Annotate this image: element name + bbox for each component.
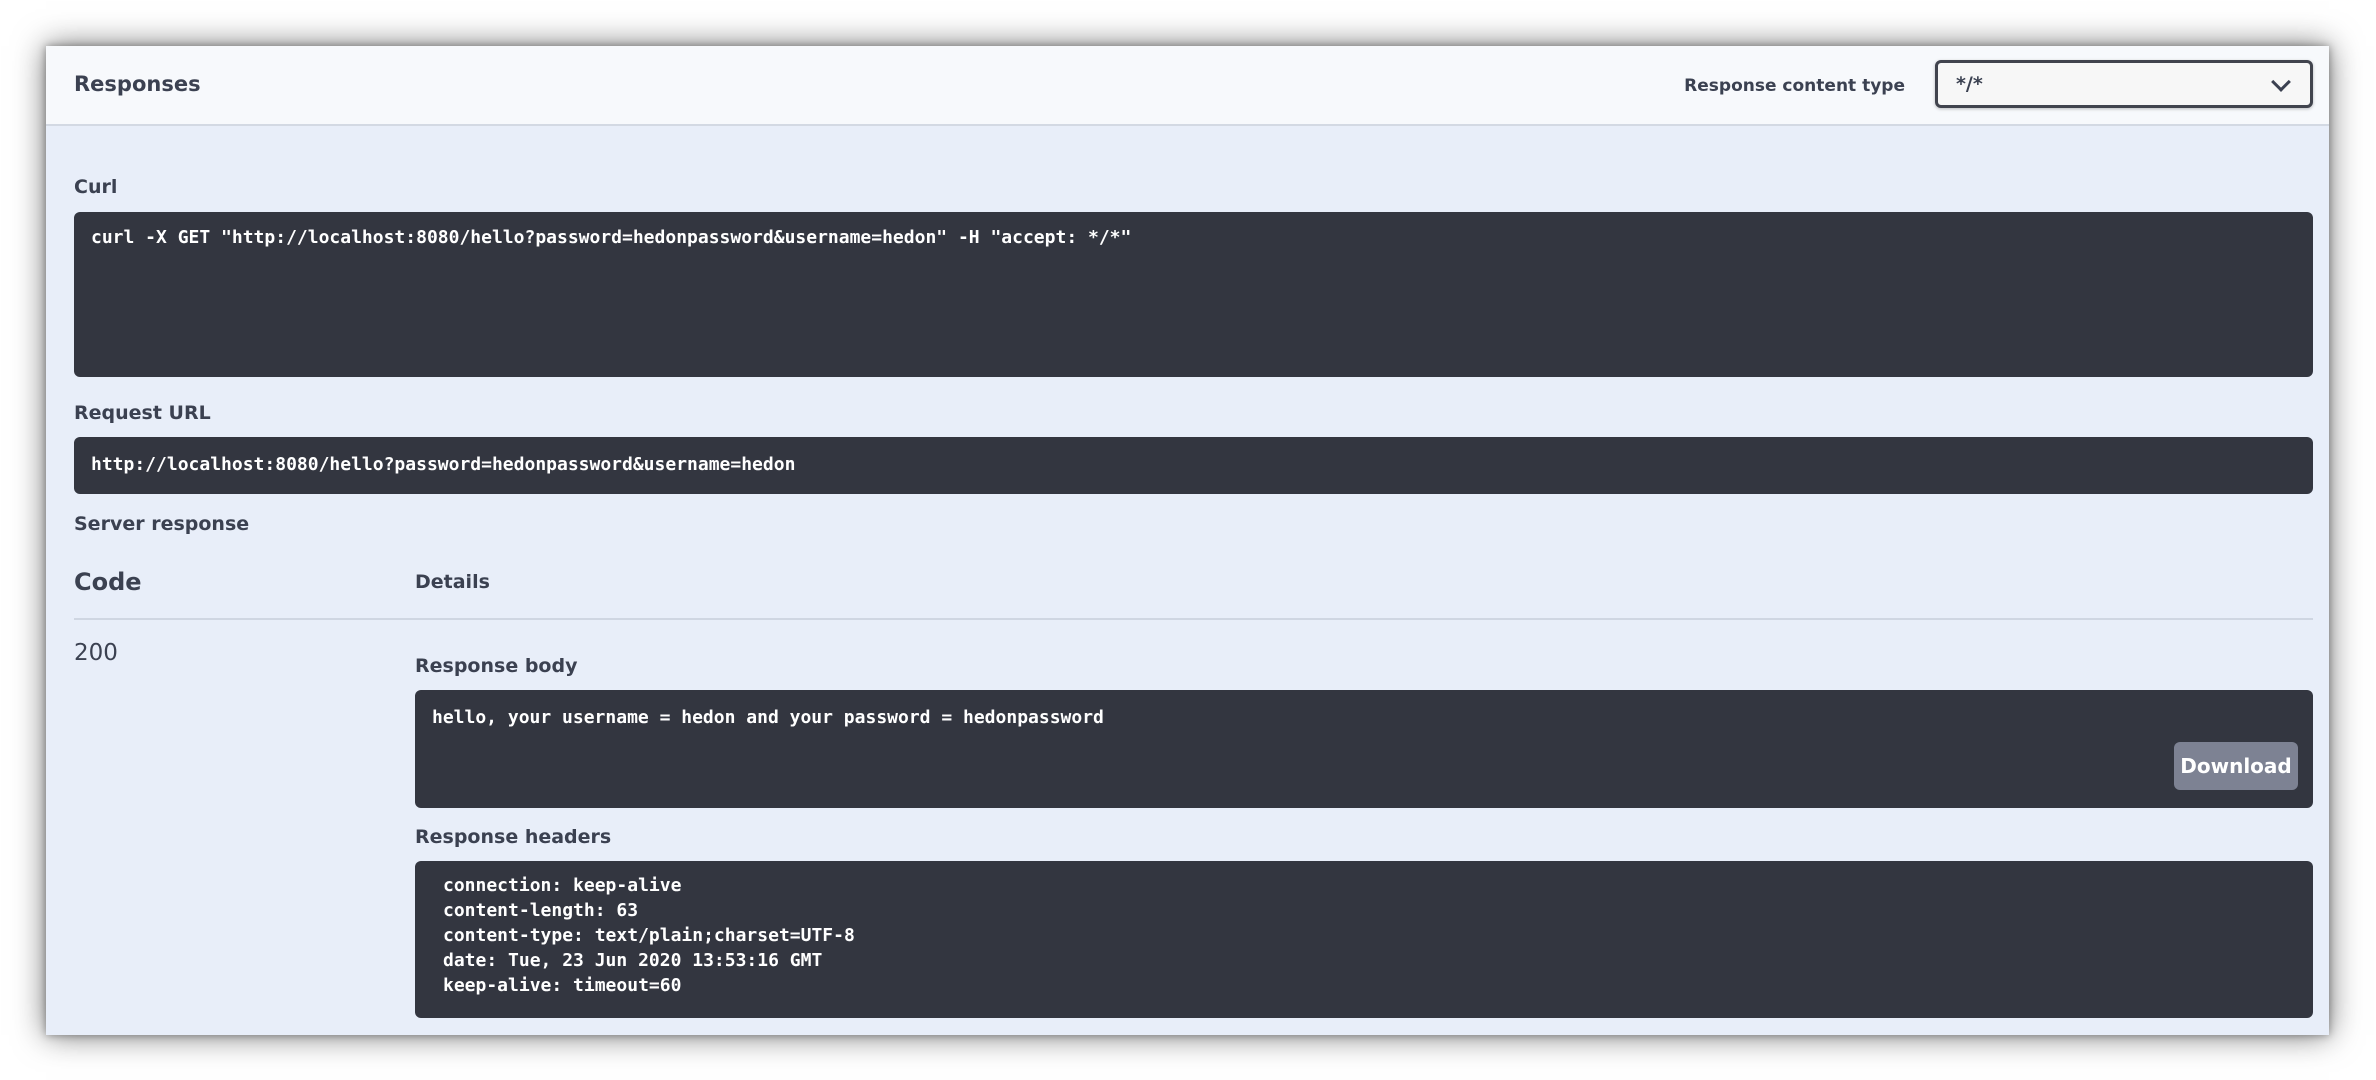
responses-panel: Responses Response content type */* Curl… (46, 46, 2329, 1035)
curl-command: curl -X GET "http://localhost:8080/hello… (91, 227, 1132, 248)
response-headers-label: Response headers (415, 826, 612, 848)
request-url-value: http://localhost:8080/hello?password=hed… (91, 454, 796, 475)
curl-command-block[interactable]: curl -X GET "http://localhost:8080/hello… (74, 212, 2313, 377)
table-divider (74, 618, 2313, 620)
server-response-label: Server response (74, 513, 250, 535)
download-button[interactable]: Download (2174, 742, 2298, 790)
response-body: hello, your username = hedon and your pa… (432, 707, 1104, 728)
request-url-block[interactable]: http://localhost:8080/hello?password=hed… (74, 437, 2313, 494)
response-content-type-select[interactable]: */* (1935, 60, 2313, 108)
response-content-type-value: */* (1956, 73, 1983, 95)
code-column-header: Code (74, 568, 142, 596)
response-content-type-label: Response content type (1684, 76, 1905, 96)
response-body-label: Response body (415, 655, 578, 677)
response-status-code: 200 (74, 640, 118, 666)
response-header-line: connection: keep-alive (443, 875, 682, 896)
response-headers-block[interactable]: connection: keep-alive content-length: 6… (415, 861, 2313, 1018)
response-header-line: date: Tue, 23 Jun 2020 13:53:16 GMT (443, 950, 823, 971)
chevron-down-icon (2271, 72, 2291, 92)
response-header-line: content-length: 63 (443, 900, 639, 921)
response-header-line: keep-alive: timeout=60 (443, 975, 682, 996)
responses-header: Responses Response content type */* (46, 46, 2329, 126)
response-header-line: content-type: text/plain;charset=UTF-8 (443, 925, 855, 946)
request-url-label: Request URL (74, 402, 211, 424)
responses-title: Responses (74, 72, 201, 96)
response-body-block[interactable]: hello, your username = hedon and your pa… (415, 690, 2313, 808)
curl-label: Curl (74, 176, 118, 198)
details-column-header: Details (415, 571, 490, 593)
